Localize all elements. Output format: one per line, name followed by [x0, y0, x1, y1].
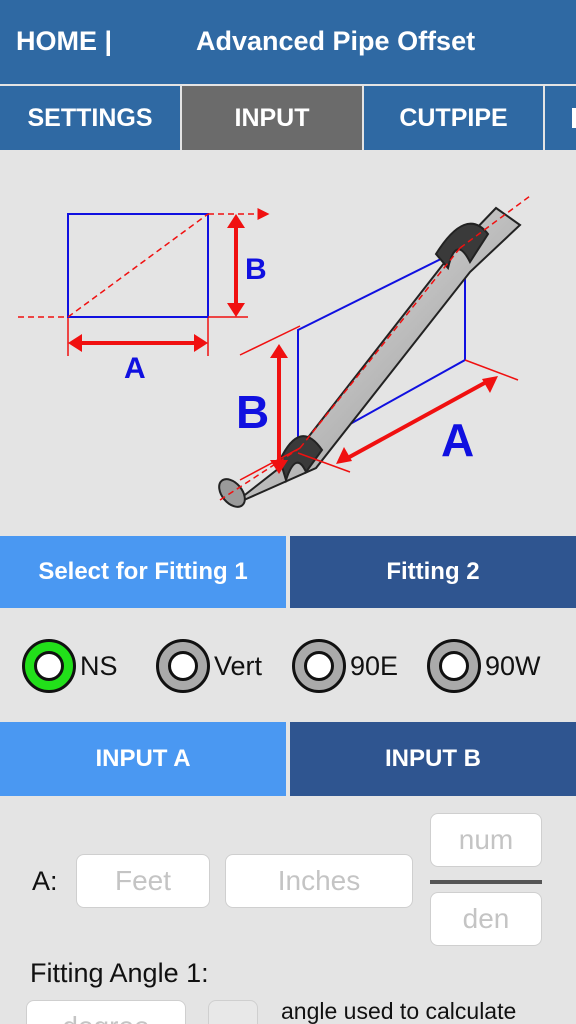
- input-a-button[interactable]: INPUT A: [0, 722, 286, 796]
- radio-90e-label: 90E: [350, 650, 399, 681]
- radio-ns-label: NS: [80, 650, 118, 681]
- pipe-3d-diagram: [218, 195, 531, 508]
- tab-settings[interactable]: SETTINGS: [0, 86, 180, 150]
- radio-vert-label: Vert: [214, 650, 263, 681]
- tab-input[interactable]: INPUT: [182, 86, 362, 150]
- plan-view-diagram: [18, 208, 270, 356]
- input-b-label: INPUT B: [385, 745, 481, 772]
- radio-ns-indicator: [22, 639, 76, 693]
- tab-cutpipe-label: CUTPIPE: [399, 103, 508, 132]
- fitting-2-button[interactable]: Fitting 2: [290, 536, 576, 608]
- tab-input-label: INPUT: [234, 103, 310, 132]
- fraction-bar: [430, 880, 542, 884]
- fitting-2-label: Fitting 2: [386, 558, 480, 585]
- tab-bar: SETTINGS INPUT CUTPIPE: [0, 84, 576, 150]
- angle-info-toggle[interactable]: [208, 1000, 258, 1024]
- radio-vert-indicator: [156, 639, 210, 693]
- top-bar: HOME | Advanced Pipe Offset: [0, 0, 576, 84]
- denominator-input[interactable]: den: [430, 892, 542, 946]
- orientation-radio-group: NS Vert 90E 90W: [0, 608, 576, 720]
- radio-90e[interactable]: 90E: [292, 638, 398, 694]
- angle-note: angle used to calculate: [281, 998, 517, 1024]
- radio-90w[interactable]: 90W: [427, 638, 541, 694]
- home-link[interactable]: HOME |: [16, 26, 112, 57]
- offset-diagram: B A B A: [18, 195, 531, 508]
- fitting-selector: Select for Fitting 1 Fitting 2: [0, 534, 576, 608]
- a-field-label: A:: [32, 866, 58, 896]
- numerator-input[interactable]: num: [430, 813, 542, 867]
- fitting-1-label: Select for Fitting 1: [38, 558, 248, 585]
- radio-90e-indicator: [292, 639, 346, 693]
- select-fitting-1-button[interactable]: Select for Fitting 1: [0, 536, 286, 608]
- page-title: Advanced Pipe Offset: [196, 26, 476, 56]
- plan-label-a: A: [124, 352, 146, 385]
- feet-input[interactable]: Feet: [76, 854, 210, 908]
- plan-label-b: B: [245, 253, 267, 286]
- radio-90w-indicator: [427, 639, 481, 693]
- input-a-label: INPUT A: [95, 745, 191, 772]
- tab-settings-label: SETTINGS: [27, 103, 153, 132]
- input-selector: INPUT A INPUT B: [0, 720, 576, 796]
- tab-next-glyph: [572, 108, 576, 128]
- angle-degree-input[interactable]: degree: [26, 1000, 186, 1024]
- pipe-label-b: B: [236, 386, 269, 438]
- input-form: A: Feet Inches num den Fitting Angle 1: …: [0, 796, 576, 1024]
- inches-input[interactable]: Inches: [225, 854, 413, 908]
- tab-cutpipe[interactable]: CUTPIPE: [364, 86, 543, 150]
- radio-vert[interactable]: Vert: [156, 638, 262, 694]
- tab-next-partial[interactable]: [545, 86, 576, 150]
- input-b-button[interactable]: INPUT B: [290, 722, 576, 796]
- radio-90w-label: 90W: [485, 650, 541, 681]
- pipe-label-a: A: [441, 414, 474, 466]
- fitting-angle-label: Fitting Angle 1:: [30, 958, 209, 988]
- radio-ns[interactable]: NS: [22, 638, 118, 694]
